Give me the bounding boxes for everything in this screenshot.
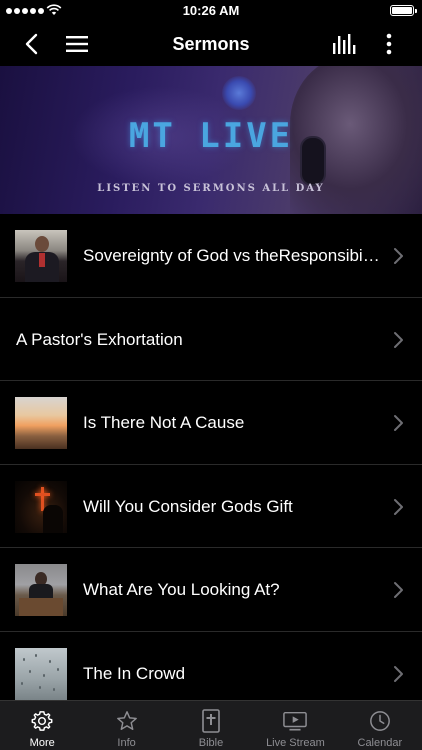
status-bar: 10:26 AM <box>0 0 422 22</box>
status-time: 10:26 AM <box>182 3 240 18</box>
gear-icon <box>30 709 54 733</box>
battery-icon <box>390 5 417 16</box>
banner-subtitle: LISTEN TO SERMONS ALL DAY <box>97 183 325 194</box>
star-icon <box>115 709 139 733</box>
chevron-right-icon <box>394 665 403 682</box>
sermon-title: Is There Not A Cause <box>83 413 245 432</box>
more-options-button[interactable] <box>378 22 400 66</box>
sermon-thumbnail <box>15 397 67 449</box>
sermon-title: Sovereignty of God vs theResponsibili... <box>83 246 382 265</box>
chevron-left-icon <box>25 33 38 55</box>
tab-more[interactable]: More <box>0 701 84 750</box>
sermon-list-item[interactable]: Will You Consider Gods Gift <box>0 465 422 548</box>
tab-label: Live Stream <box>266 737 325 749</box>
tab-label: Bible <box>198 737 224 749</box>
sermon-list-item[interactable]: The In Crowd <box>0 632 422 701</box>
vertical-dots-icon <box>386 33 392 55</box>
tab-label: More <box>29 737 55 749</box>
tab-bar: More Info Bible Live Stream Calendar <box>0 700 422 750</box>
clock-icon <box>368 709 392 733</box>
sermon-thumbnail <box>15 230 67 282</box>
sermon-title: The In Crowd <box>83 663 186 683</box>
equalizer-icon <box>333 34 356 54</box>
navigation-bar: Sermons <box>0 22 422 66</box>
sermon-title: What Are You Looking At? <box>83 580 280 599</box>
sermon-title: A Pastor's Exhortation <box>16 329 183 349</box>
sermon-list: Sovereignty of God vs theResponsibili...… <box>0 214 422 700</box>
tab-calendar[interactable]: Calendar <box>338 701 422 750</box>
sermon-list-item[interactable]: A Pastor's Exhortation <box>0 298 422 381</box>
sermon-thumbnail <box>15 647 67 700</box>
menu-button[interactable] <box>62 22 92 66</box>
sermon-list-item[interactable]: Sovereignty of God vs theResponsibili... <box>0 214 422 298</box>
tab-info[interactable]: Info <box>84 701 168 750</box>
chevron-right-icon <box>394 248 403 264</box>
sermon-list-item[interactable]: What Are You Looking At? <box>0 548 422 632</box>
tab-live-stream[interactable]: Live Stream <box>253 701 337 750</box>
sermon-thumbnail <box>15 480 67 533</box>
sermon-list-item[interactable]: Is There Not A Cause <box>0 381 422 465</box>
banner-light-image <box>222 76 256 110</box>
chevron-right-icon <box>394 331 403 348</box>
banner-title: MT LIVE <box>128 116 294 156</box>
chevron-right-icon <box>394 582 403 598</box>
play-screen-icon <box>283 709 308 733</box>
sermons-banner: MT LIVE LISTEN TO SERMONS ALL DAY <box>0 66 422 214</box>
chevron-right-icon <box>394 498 403 515</box>
tab-bible[interactable]: Bible <box>169 701 253 750</box>
hamburger-menu-icon <box>66 36 88 52</box>
sermon-title: Will You Consider Gods Gift <box>83 496 293 516</box>
sermon-thumbnail <box>15 564 67 616</box>
audio-player-button[interactable] <box>330 22 360 66</box>
bible-icon <box>199 709 223 733</box>
tab-label: Info <box>117 737 136 749</box>
tab-label: Calendar <box>357 737 403 749</box>
chevron-right-icon <box>394 415 403 431</box>
back-button[interactable] <box>16 22 46 66</box>
